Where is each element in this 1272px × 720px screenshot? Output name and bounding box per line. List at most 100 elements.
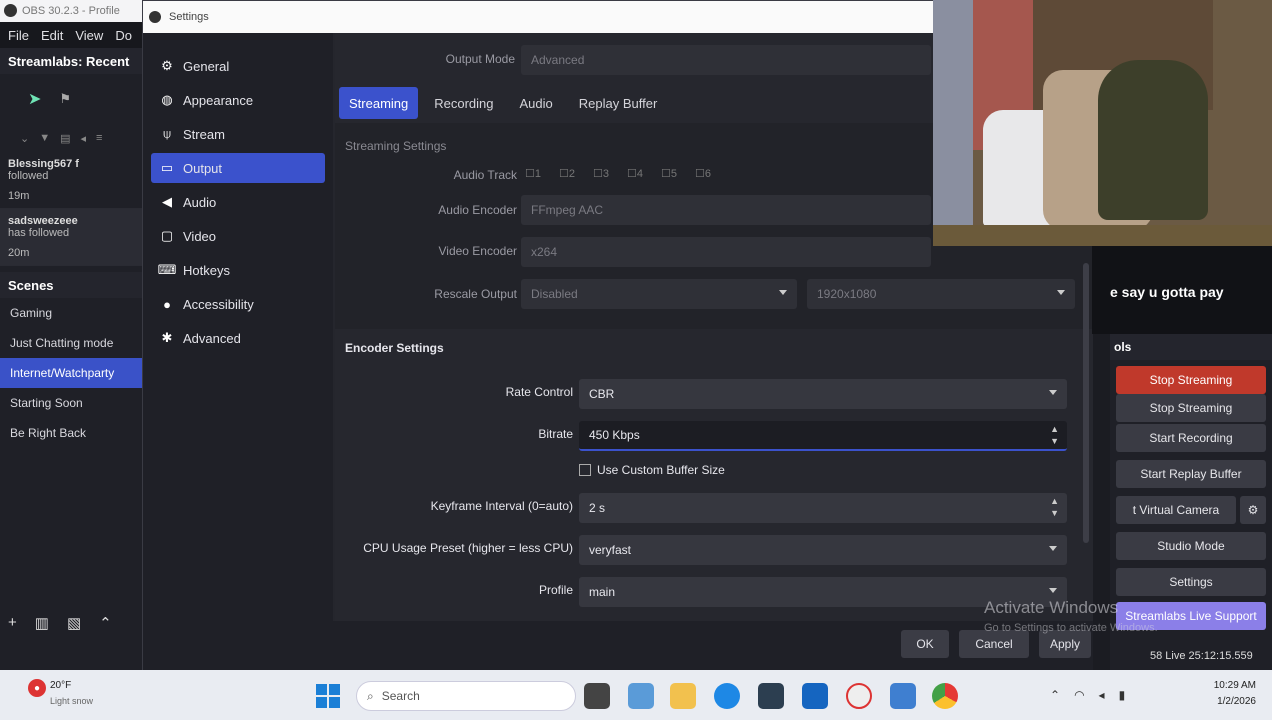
ok-button[interactable]: OK xyxy=(901,630,949,658)
nav-label: Output xyxy=(183,160,223,176)
rescale-resolution-select[interactable]: 1920x1080 xyxy=(807,279,1075,309)
spin-arrows-icon[interactable]: ▲ ▼ xyxy=(1050,495,1059,519)
settings-icon[interactable]: ≡ xyxy=(96,132,102,144)
nav-general[interactable]: ⚙ General xyxy=(151,51,325,81)
speaker-icon: ◀ xyxy=(162,194,172,209)
start-recording-button[interactable]: Start Recording xyxy=(1116,424,1266,452)
track-checkbox[interactable]: ☐1 xyxy=(525,167,541,180)
audio-encoder-label: Audio Encoder xyxy=(438,203,517,217)
obs-menu-bar: File Edit View Do xyxy=(0,22,145,48)
output-mode-select[interactable]: Advanced xyxy=(521,45,931,75)
virtual-camera-button[interactable]: t Virtual Camera xyxy=(1116,496,1236,524)
nav-hotkeys[interactable]: ⌨ Hotkeys xyxy=(151,255,325,285)
keyframe-value: 2 s xyxy=(589,501,606,515)
nav-appearance[interactable]: ◍ Appearance xyxy=(151,85,325,115)
start-replay-buffer-button[interactable]: Start Replay Buffer xyxy=(1116,460,1266,488)
track-checkbox[interactable]: ☐4 xyxy=(627,167,643,180)
windows-start-icon[interactable] xyxy=(316,684,340,708)
stream-caption: e say u gotta pay xyxy=(1110,284,1224,300)
scene-item[interactable]: Starting Soon xyxy=(0,388,142,418)
apply-button[interactable]: Apply xyxy=(1039,630,1091,658)
rescale-output-select[interactable]: Disabled xyxy=(521,279,797,309)
nav-accessibility[interactable]: ● Accessibility xyxy=(151,289,325,319)
wrench-icon: ✱ xyxy=(161,330,173,345)
audio-encoder-select[interactable]: FFmpeg AAC xyxy=(521,195,931,225)
battery-icon[interactable]: ▮ xyxy=(1119,688,1126,702)
scene-item[interactable]: Gaming xyxy=(0,298,142,328)
chat-action: followed xyxy=(8,170,49,182)
studio-mode-button[interactable]: Studio Mode xyxy=(1116,532,1266,560)
store-icon[interactable] xyxy=(758,683,784,709)
file-explorer-icon[interactable] xyxy=(670,683,696,709)
nav-output[interactable]: ▭ Output xyxy=(151,153,325,183)
keyframe-interval-spinbox[interactable]: 2 s ▲ ▼ xyxy=(579,493,1067,523)
volume-icon[interactable]: ◂ xyxy=(1099,688,1105,702)
gear-icon[interactable]: ⚙ xyxy=(1240,496,1266,524)
video-encoder-select[interactable]: x264 xyxy=(521,237,931,267)
chat-dock-title: Streamlabs: Recent xyxy=(0,48,142,74)
menu-view[interactable]: View xyxy=(75,28,103,43)
teams-icon[interactable] xyxy=(628,683,654,709)
alert-icon[interactable]: ⚑ xyxy=(59,91,71,107)
video-encoder-label: Video Encoder xyxy=(438,244,517,258)
delete-icon[interactable]: ▥ xyxy=(35,614,49,632)
chat-time: 20m xyxy=(8,247,30,259)
menu-docks[interactable]: Do xyxy=(115,28,132,43)
filter-icon[interactable]: ▼ xyxy=(39,132,50,144)
menu-file[interactable]: File xyxy=(8,28,29,43)
nav-audio[interactable]: ◀ Audio xyxy=(151,187,325,217)
cancel-button[interactable]: Cancel xyxy=(959,630,1029,658)
settings-button[interactable]: Settings xyxy=(1116,568,1266,596)
taskbar-search[interactable]: ⌕ Search xyxy=(356,681,576,711)
chat-icon[interactable]: ▤ xyxy=(60,132,70,145)
chat-time: 19m xyxy=(8,190,30,202)
task-view-icon[interactable] xyxy=(584,683,610,709)
chevron-down-icon[interactable]: ⌄ xyxy=(20,132,29,145)
menu-edit[interactable]: Edit xyxy=(41,28,63,43)
track-checkbox[interactable]: ☐3 xyxy=(593,167,609,180)
mail-icon[interactable] xyxy=(802,683,828,709)
scene-item[interactable]: Be Right Back xyxy=(0,418,142,448)
search-icon: ⌕ xyxy=(367,688,374,703)
cpu-preset-select[interactable]: veryfast xyxy=(579,535,1067,565)
nav-video[interactable]: ▢ Video xyxy=(151,221,325,251)
nav-label: Appearance xyxy=(183,92,254,108)
tab-audio[interactable]: Audio xyxy=(510,87,563,119)
network-icon[interactable]: ◠ xyxy=(1074,688,1084,702)
bitrate-label: Bitrate xyxy=(538,427,573,441)
tab-streaming[interactable]: Streaming xyxy=(339,87,419,119)
spin-arrows-icon[interactable]: ▲ ▼ xyxy=(1050,423,1059,447)
chat-entry: sadsweezeee has followed 20m xyxy=(0,209,142,266)
scene-item-active[interactable]: Internet/Watchparty xyxy=(0,358,142,388)
scene-item[interactable]: Just Chatting mode xyxy=(0,328,142,358)
nav-stream[interactable]: ⍦ Stream xyxy=(151,119,325,149)
system-tray: ⌃ ◠ ◂ ▮ xyxy=(1050,688,1125,702)
volume-icon[interactable]: ◂ xyxy=(81,132,87,145)
activate-windows-subtext: Go to Settings to activate Windows. xyxy=(984,622,1158,634)
filter-icon[interactable]: ▧ xyxy=(67,614,81,632)
move-up-icon[interactable]: ⌃ xyxy=(99,614,112,632)
rate-control-select[interactable]: CBR xyxy=(579,379,1067,409)
chrome-icon[interactable] xyxy=(932,683,958,709)
tab-replay-buffer[interactable]: Replay Buffer xyxy=(569,87,668,119)
nav-label: General xyxy=(183,58,230,74)
chevron-up-icon[interactable]: ⌃ xyxy=(1050,688,1060,702)
track-checkbox[interactable]: ☐2 xyxy=(559,167,575,180)
obs-taskbar-icon[interactable] xyxy=(846,683,872,709)
tab-recording[interactable]: Recording xyxy=(424,87,503,119)
app-taskbar-icon[interactable] xyxy=(890,683,916,709)
weather-icon[interactable]: ● xyxy=(28,679,46,697)
track-checkbox[interactable]: ☐5 xyxy=(661,167,677,180)
send-icon[interactable]: ➤ xyxy=(28,89,41,109)
encoder-settings-heading: Encoder Settings xyxy=(345,341,444,355)
bitrate-spinbox[interactable]: 450 Kbps ▲ ▼ xyxy=(579,421,1067,451)
custom-buffer-checkbox[interactable]: Use Custom Buffer Size xyxy=(579,463,725,477)
stop-streaming-button[interactable]: Stop Streaming xyxy=(1116,366,1266,394)
edge-icon[interactable] xyxy=(714,683,740,709)
nav-advanced[interactable]: ✱ Advanced xyxy=(151,323,325,353)
vertical-scrollbar[interactable] xyxy=(1083,263,1089,543)
settings-nav: ⚙ General ◍ Appearance ⍦ Stream ▭ Output ◀ Au… xyxy=(143,33,333,621)
add-icon[interactable]: + xyxy=(8,614,17,632)
track-checkbox[interactable]: ☐6 xyxy=(695,167,711,180)
stop-streaming-secondary-button[interactable]: Stop Streaming xyxy=(1116,394,1266,422)
